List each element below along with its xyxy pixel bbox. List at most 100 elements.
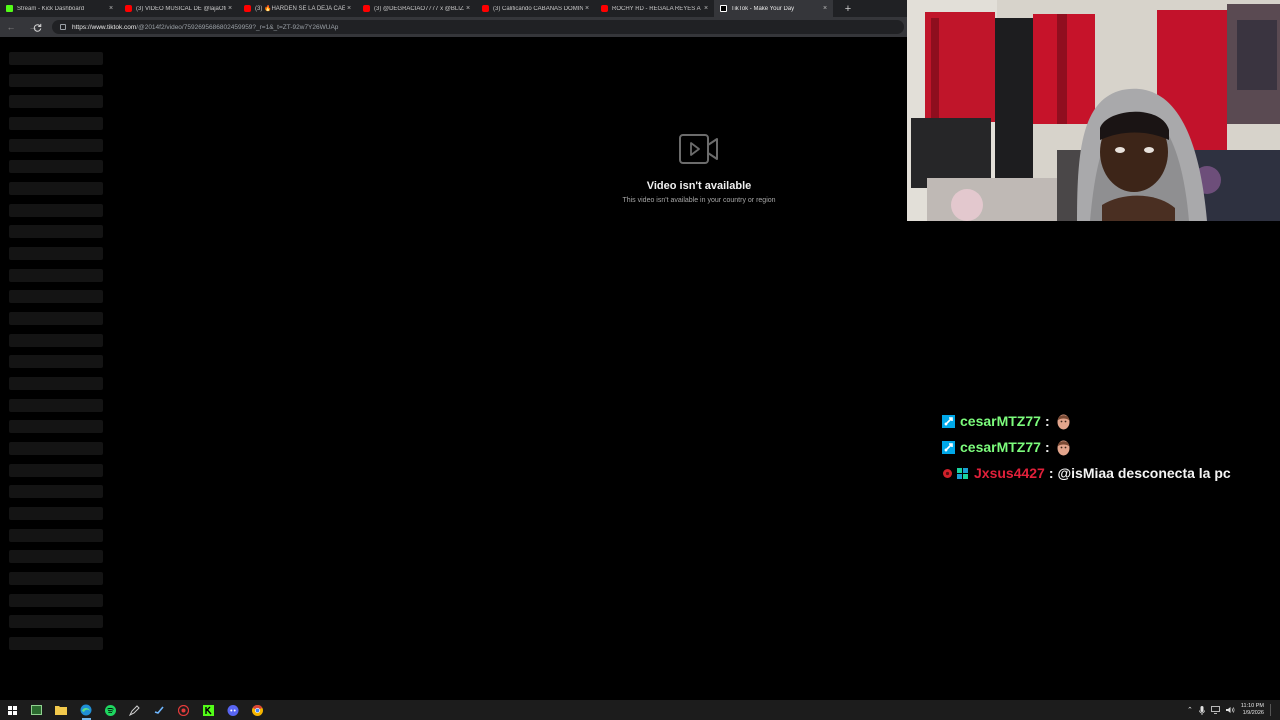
tab-title: Stream - Kick Dashboard xyxy=(17,5,85,12)
notification-area[interactable] xyxy=(1270,704,1274,716)
sidebar-skeleton xyxy=(9,594,103,607)
sidebar-skeleton xyxy=(9,355,103,368)
tab-kick-dashboard[interactable]: Stream - Kick Dashboard × xyxy=(0,0,119,17)
sidebar-skeleton xyxy=(9,95,103,108)
tiktok-icon xyxy=(720,5,727,12)
tab-close-icon[interactable]: × xyxy=(226,5,234,12)
tab-title: (3) Calificando CABAÑAS DOMIN xyxy=(493,5,583,12)
start-button[interactable] xyxy=(0,700,25,720)
steam-icon xyxy=(154,705,164,714)
unavailable-title: Video isn't available xyxy=(646,180,752,192)
windows-taskbar: ⌃ 11:10 PM 1/9/2026 xyxy=(0,700,1280,720)
pen-icon xyxy=(129,704,140,716)
video-camera-icon xyxy=(679,134,718,164)
chevron-up-icon[interactable]: ⌃ xyxy=(1187,706,1193,714)
url-host: https://www.tiktok.com xyxy=(72,23,137,31)
unavailable-message: This video isn't available in your count… xyxy=(622,197,776,204)
chat-text: @isMiaa desconecta la pc xyxy=(1057,465,1231,481)
back-button[interactable]: ← xyxy=(0,17,22,37)
tab-youtube-3[interactable]: (3) @DEGRACIAO7777 x @BLIZZ × xyxy=(357,0,476,17)
sidebar-skeleton xyxy=(9,507,103,520)
sidebar-skeleton xyxy=(9,52,103,65)
system-clock[interactable]: 11:10 PM 1/9/2026 xyxy=(1241,703,1264,717)
taskbar-chrome[interactable] xyxy=(245,700,270,720)
sidebar-skeleton xyxy=(9,464,103,477)
sidebar-skeleton xyxy=(9,74,103,87)
tab-youtube-1[interactable]: (3) VIDEO MUSICAL DE @lajaOfic × xyxy=(119,0,238,17)
tab-close-icon[interactable]: × xyxy=(107,5,115,12)
taskbar-kick[interactable] xyxy=(196,700,221,720)
taskbar-steam[interactable] xyxy=(147,700,172,720)
address-bar[interactable]: https://www.tiktok.com/@2014f2/video/759… xyxy=(52,20,904,34)
folder-icon xyxy=(55,706,68,715)
tab-strip: Stream - Kick Dashboard × (3) VIDEO MUSI… xyxy=(0,0,907,17)
taskbar-browser[interactable] xyxy=(74,700,99,720)
tab-tiktok[interactable]: TikTok - Make Your Day × xyxy=(714,0,833,17)
sidebar-skeleton xyxy=(9,399,103,412)
sidebar-skeleton xyxy=(9,160,103,173)
tab-close-icon[interactable]: × xyxy=(821,5,829,12)
tab-title: (3) VIDEO MUSICAL DE @lajaOfic xyxy=(136,5,226,12)
network-icon[interactable] xyxy=(1210,706,1220,714)
tab-youtube-2[interactable]: (3) 🔥HARDEN SE LA DEJA CAER × xyxy=(238,0,357,17)
microphone-icon[interactable] xyxy=(1198,705,1205,715)
site-info-icon[interactable] xyxy=(60,24,66,30)
moderator-sword-icon xyxy=(942,414,955,428)
youtube-icon xyxy=(125,5,132,12)
kick-icon xyxy=(202,704,214,716)
sidebar-skeleton xyxy=(9,550,103,563)
sidebar-skeleton xyxy=(9,247,103,260)
sidebar-skeleton xyxy=(9,615,103,628)
webcam-overlay xyxy=(907,0,1280,221)
chat-separator: : xyxy=(1048,465,1054,481)
taskbar-pen-app[interactable] xyxy=(123,700,148,720)
tab-close-icon[interactable]: × xyxy=(702,5,710,12)
red-dot-badge-icon xyxy=(943,468,952,478)
streamer-webcam-image xyxy=(907,0,1280,221)
system-tray: ⌃ 11:10 PM 1/9/2026 xyxy=(1187,700,1274,720)
taskbar-obs[interactable] xyxy=(172,700,197,720)
sidebar-skeleton xyxy=(9,572,103,585)
sidebar-skeleton xyxy=(9,529,103,542)
youtube-icon xyxy=(482,5,489,12)
subscriber-badge-icon xyxy=(957,467,968,479)
tab-youtube-4[interactable]: (3) Calificando CABAÑAS DOMIN × xyxy=(476,0,595,17)
sidebar-skeleton xyxy=(9,117,103,130)
sidebar-skeleton xyxy=(9,182,103,195)
tab-title: (3) 🔥HARDEN SE LA DEJA CAER xyxy=(255,6,345,12)
taskbar-spotify[interactable] xyxy=(98,700,123,720)
discord-icon xyxy=(227,704,239,716)
clock-time: 11:10 PM xyxy=(1240,703,1264,709)
tab-title: (3) @DEGRACIAO7777 x @BLIZZ xyxy=(374,5,464,12)
tab-close-icon[interactable]: × xyxy=(583,5,591,12)
sidebar-skeleton xyxy=(9,334,103,347)
sidebar-skeleton xyxy=(9,637,103,650)
new-tab-button[interactable]: + xyxy=(839,0,857,17)
youtube-icon xyxy=(601,5,608,12)
tab-close-icon[interactable]: × xyxy=(464,5,472,12)
sidebar-skeleton xyxy=(9,269,103,282)
chat-message: Jxsus4427 : @isMiaa desconecta la pc xyxy=(942,460,1272,486)
kick-icon xyxy=(6,5,13,12)
moderator-sword-icon xyxy=(942,440,955,454)
record-icon xyxy=(178,704,190,716)
clock-date: 1/9/2026 xyxy=(1242,710,1264,716)
chat-username: Jxsus4427 xyxy=(974,465,1045,481)
tab-youtube-5[interactable]: ROCHY RD - REGALA REYES A × xyxy=(595,0,714,17)
taskbar-terminal[interactable] xyxy=(25,700,50,720)
chat-message: cesarMTZ77 : xyxy=(942,408,1272,434)
desktop-screen: Stream - Kick Dashboard × (3) VIDEO MUSI… xyxy=(0,0,1280,720)
sidebar-skeleton xyxy=(9,139,103,152)
reload-icon xyxy=(33,23,41,32)
taskbar-discord[interactable] xyxy=(221,700,246,720)
sidebar-skeleton xyxy=(9,420,103,433)
tab-close-icon[interactable]: × xyxy=(345,5,353,12)
chrome-icon xyxy=(251,704,263,716)
taskbar-file-explorer[interactable] xyxy=(49,700,74,720)
volume-icon[interactable] xyxy=(1225,706,1235,714)
browser-toolbar: ← → https://www.tiktok.com/@2014f2/video… xyxy=(0,17,907,37)
reload-button[interactable] xyxy=(26,17,48,37)
chat-separator: : xyxy=(1044,413,1050,429)
sidebar-skeleton xyxy=(9,225,103,238)
url-path: /@2014f2/video/7592695686802459959?_r=1&… xyxy=(136,23,339,31)
